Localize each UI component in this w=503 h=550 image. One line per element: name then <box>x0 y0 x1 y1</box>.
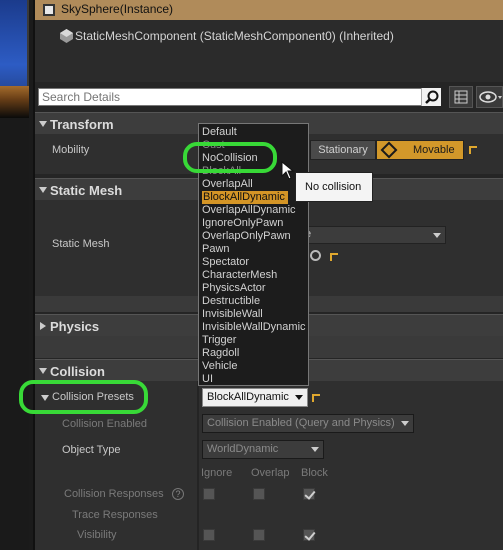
component-tree: StaticMeshComponent (StaticMeshComponent… <box>35 20 503 82</box>
chevron-down-icon <box>433 233 441 238</box>
expand-arrow-icon <box>40 322 46 330</box>
dropdown-item[interactable]: OverlapAll <box>202 178 253 191</box>
component-icon <box>60 29 73 43</box>
column-divider[interactable] <box>197 381 199 550</box>
block-column-header: Block <box>301 467 328 479</box>
dropdown-item-selected[interactable]: BlockAllDynamic <box>202 191 288 204</box>
section-title: Static Mesh <box>50 183 123 198</box>
search-details-box <box>38 88 441 106</box>
collision-enabled-value: Collision Enabled (Query and Physics) <box>207 417 395 429</box>
search-icon <box>425 90 439 104</box>
mobility-label: Mobility <box>52 144 90 156</box>
visibility-ignore-checkbox[interactable] <box>203 529 215 541</box>
section-title: Physics <box>50 319 100 334</box>
dropdown-item[interactable]: OverlapOnlyPawn <box>202 230 291 243</box>
expand-arrow-icon <box>39 121 47 127</box>
overlap-column-header: Overlap <box>251 467 290 479</box>
instance-title: SkySphere(Instance) <box>61 2 174 16</box>
dropdown-item[interactable]: Pawn <box>202 243 230 256</box>
object-type-value: WorldDynamic <box>207 443 279 455</box>
trace-responses-label: Trace Responses <box>72 509 158 521</box>
dropdown-item[interactable]: PhysicsActor <box>202 282 266 295</box>
view-options-button[interactable] <box>476 86 503 108</box>
help-icon[interactable]: ? <box>172 488 184 500</box>
expand-arrow-icon <box>39 368 47 374</box>
visibility-overlap-checkbox[interactable] <box>253 529 265 541</box>
chevron-down-icon <box>311 447 319 452</box>
reset-to-default-icon[interactable] <box>469 146 477 154</box>
static-mesh-label: Static Mesh <box>52 238 110 250</box>
component-label[interactable]: StaticMeshComponent (StaticMeshComponent… <box>75 29 394 43</box>
dropdown-item[interactable]: IgnoreOnlyPawn <box>202 217 283 230</box>
object-type-combo[interactable]: WorldDynamic <box>202 440 324 459</box>
dropdown-item[interactable]: Spectator <box>202 256 249 269</box>
section-title: Transform <box>50 117 114 132</box>
viewport-horizon <box>0 86 29 118</box>
responses-block-checkbox[interactable] <box>303 488 315 500</box>
actor-icon <box>43 4 55 16</box>
visibility-label: Visibility <box>77 529 117 541</box>
chevron-down-icon <box>401 421 409 426</box>
dropdown-item[interactable]: InvisibleWall <box>202 308 263 321</box>
dropdown-item[interactable]: InvisibleWallDynamic <box>202 321 306 334</box>
dropdown-item[interactable]: Trigger <box>202 334 236 347</box>
collision-presets-highlight <box>19 380 148 414</box>
collision-presets-value: BlockAllDynamic <box>207 391 289 403</box>
search-button[interactable] <box>421 88 441 106</box>
dropdown-item[interactable]: Default <box>202 126 237 139</box>
ignore-column-header: Ignore <box>201 467 233 479</box>
instance-title-bar[interactable]: SkySphere(Instance) <box>35 0 503 20</box>
grid-icon <box>454 90 468 104</box>
eye-icon <box>479 91 502 103</box>
collision-enabled-combo[interactable]: Collision Enabled (Query and Physics) <box>202 414 414 433</box>
responses-overlap-checkbox[interactable] <box>253 488 265 500</box>
nocollision-highlight <box>183 142 277 173</box>
dropdown-item[interactable]: OverlapAllDynamic <box>202 204 296 217</box>
visibility-block-checkbox[interactable] <box>303 529 315 541</box>
mouse-cursor-icon <box>281 161 295 180</box>
section-title: Collision <box>50 364 105 379</box>
property-matrix-button[interactable] <box>449 86 473 108</box>
reset-to-default-icon[interactable] <box>312 394 320 402</box>
collision-presets-combo[interactable]: BlockAllDynamic <box>202 388 308 407</box>
dropdown-item[interactable]: CharacterMesh <box>202 269 277 282</box>
responses-ignore-checkbox[interactable] <box>203 488 215 500</box>
static-mesh-combo[interactable] <box>298 226 446 244</box>
search-input[interactable] <box>39 89 409 105</box>
browse-asset-icon[interactable] <box>310 250 321 261</box>
dropdown-item[interactable]: UI <box>202 373 213 386</box>
collision-enabled-label: Collision Enabled <box>62 418 147 430</box>
collision-responses-label: Collision Responses <box>64 488 164 500</box>
chevron-down-icon <box>295 395 303 400</box>
dropdown-item[interactable]: Ragdoll <box>202 347 239 360</box>
reset-to-default-icon[interactable] <box>330 253 338 261</box>
stationary-button[interactable]: Stationary <box>310 140 376 160</box>
dropdown-item[interactable]: Vehicle <box>202 360 237 373</box>
dropdown-item[interactable]: Destructible <box>202 295 260 308</box>
tooltip: No collision <box>295 172 373 202</box>
expand-arrow-icon <box>39 187 47 193</box>
object-type-label: Object Type <box>62 444 121 456</box>
